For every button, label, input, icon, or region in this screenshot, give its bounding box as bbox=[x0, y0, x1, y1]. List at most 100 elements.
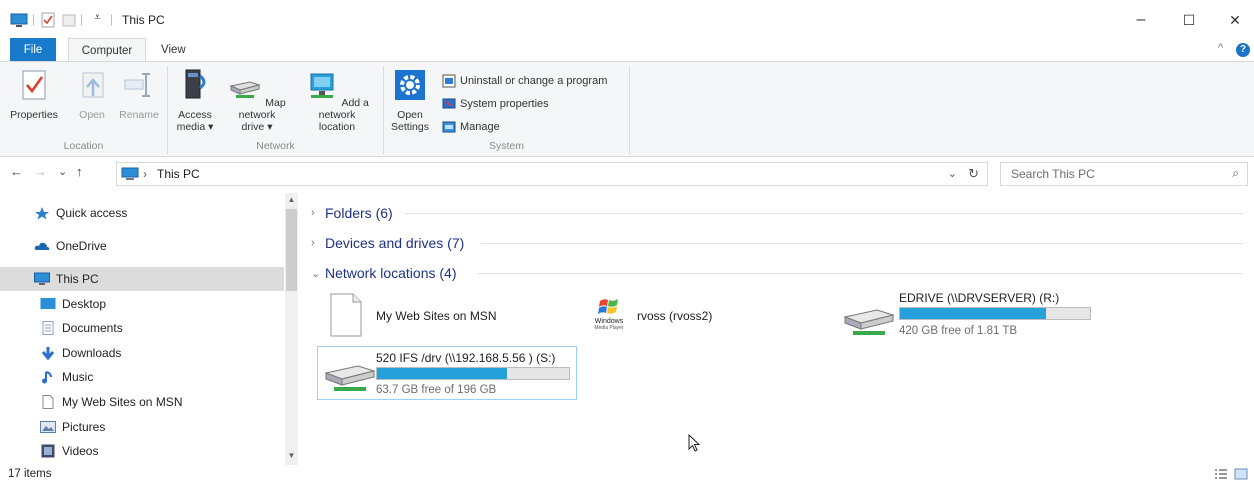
ribbon-tabs: File Computer View ^ ? bbox=[0, 38, 1254, 62]
search-box[interactable]: ⌕ bbox=[1000, 162, 1248, 186]
recent-locations-button[interactable]: ⌄ bbox=[58, 165, 67, 178]
group-divider bbox=[481, 243, 1243, 244]
tab-view[interactable]: View bbox=[151, 38, 196, 62]
title-bar: | | ⩡ | This PC – ☐ ✕ bbox=[0, 0, 1254, 38]
item-count: 17 items bbox=[8, 468, 52, 480]
nav-scrollbar[interactable]: ▲ ▼ bbox=[285, 193, 298, 465]
up-button[interactable]: ↑ bbox=[76, 164, 83, 179]
network-drive-icon bbox=[324, 365, 376, 391]
computer-icon bbox=[34, 272, 50, 285]
drive-usage-fill bbox=[377, 368, 507, 379]
access-media-button[interactable]: Access media ▾ bbox=[172, 68, 218, 133]
nav-item-music[interactable]: Music bbox=[0, 365, 284, 389]
group-header-network-locations[interactable]: ⌄ Network locations (4) bbox=[311, 263, 457, 283]
properties-qa-icon[interactable] bbox=[40, 12, 56, 28]
details-view-icon[interactable] bbox=[1214, 468, 1228, 480]
computer-icon[interactable] bbox=[10, 12, 28, 28]
scrollbar-thumb[interactable] bbox=[286, 209, 297, 291]
network-drive-s[interactable]: 520 IFS /drv (\\192.168.5.56 ) (S:) 63.7… bbox=[317, 346, 577, 400]
chevron-right-icon: › bbox=[311, 207, 315, 219]
group-divider bbox=[405, 213, 1243, 214]
properties-button[interactable]: Properties bbox=[8, 68, 60, 121]
settings-gear-icon bbox=[395, 70, 425, 100]
pictures-icon bbox=[40, 421, 56, 433]
search-input[interactable] bbox=[1011, 166, 1211, 182]
ribbon-group-label: Location bbox=[63, 140, 104, 152]
address-dropdown-icon[interactable]: ⌄ bbox=[948, 167, 957, 180]
search-icon[interactable]: ⌕ bbox=[1232, 166, 1239, 181]
window-title: This PC bbox=[122, 13, 165, 27]
address-bar[interactable]: › This PC ⌄ ↻ bbox=[116, 162, 988, 186]
back-button[interactable]: ← bbox=[10, 164, 23, 179]
open-settings-button[interactable]: Open Settings bbox=[388, 68, 432, 133]
ribbon-group-network: Access media ▾ Map network drive ▾ Add a… bbox=[168, 66, 384, 154]
videos-icon bbox=[41, 444, 55, 458]
open-button[interactable]: Open bbox=[72, 68, 112, 121]
customize-qa-dropdown-icon[interactable]: ⩡ bbox=[94, 10, 101, 25]
computer-icon bbox=[121, 167, 139, 180]
manage-icon bbox=[442, 121, 456, 133]
network-drive-icon bbox=[229, 81, 262, 98]
nav-item-quick-access[interactable]: Quick access bbox=[0, 201, 284, 225]
group-header-folders[interactable]: › Folders (6) bbox=[311, 203, 393, 223]
system-properties-icon bbox=[442, 98, 456, 109]
open-icon bbox=[82, 72, 104, 98]
music-icon bbox=[42, 371, 52, 384]
ribbon: Properties Open Rename Location Access m… bbox=[0, 61, 1254, 157]
uninstall-icon bbox=[442, 74, 456, 88]
document-icon bbox=[42, 321, 54, 335]
forward-button[interactable]: → bbox=[34, 164, 47, 179]
new-folder-qa-icon[interactable] bbox=[62, 12, 76, 28]
nav-item-videos[interactable]: Videos bbox=[0, 439, 284, 463]
breadcrumb-separator[interactable]: › bbox=[143, 167, 147, 181]
nav-item-my-web-sites[interactable]: My Web Sites on MSN bbox=[0, 390, 284, 414]
rename-button[interactable]: Rename bbox=[116, 68, 162, 121]
add-network-location-button[interactable]: Add a network location bbox=[296, 68, 378, 133]
scroll-down-icon[interactable]: ▼ bbox=[285, 451, 298, 460]
refresh-icon[interactable]: ↻ bbox=[968, 166, 979, 182]
help-icon[interactable]: ? bbox=[1236, 43, 1250, 57]
nav-item-pictures[interactable]: Pictures bbox=[0, 415, 284, 439]
close-button[interactable]: ✕ bbox=[1220, 8, 1250, 32]
nav-item-desktop[interactable]: Desktop bbox=[0, 292, 284, 316]
large-icons-view-icon[interactable] bbox=[1234, 468, 1248, 480]
uninstall-program-button[interactable]: Uninstall or change a program bbox=[442, 72, 607, 90]
status-bar: 17 items bbox=[0, 465, 1254, 485]
nav-item-downloads[interactable]: Downloads bbox=[0, 341, 284, 365]
breadcrumb[interactable]: This PC bbox=[157, 167, 200, 181]
title-separator: | bbox=[110, 12, 114, 26]
minimize-button[interactable]: – bbox=[1126, 8, 1156, 32]
drive-usage-bar bbox=[899, 307, 1091, 320]
ribbon-group-label: Network bbox=[256, 140, 295, 152]
star-icon bbox=[35, 207, 49, 220]
drive-usage-fill bbox=[900, 308, 1047, 319]
network-item-web-sites[interactable]: My Web Sites on MSN bbox=[323, 289, 573, 341]
scroll-up-icon[interactable]: ▲ bbox=[285, 195, 298, 204]
tab-computer[interactable]: Computer bbox=[68, 38, 146, 62]
drive-usage-bar bbox=[376, 367, 570, 380]
windows-flag-icon bbox=[598, 299, 618, 314]
chevron-right-icon: › bbox=[311, 237, 315, 249]
collapse-ribbon-icon[interactable]: ^ bbox=[1218, 42, 1223, 54]
nav-item-this-pc[interactable]: This PC bbox=[0, 267, 284, 291]
nav-item-onedrive[interactable]: OneDrive bbox=[0, 234, 284, 258]
group-header-devices[interactable]: › Devices and drives (7) bbox=[311, 233, 464, 253]
title-separator: | bbox=[32, 12, 36, 26]
address-row: ← → ⌄ ↑ › This PC ⌄ ↻ ⌕ bbox=[0, 160, 1254, 188]
nav-item-documents[interactable]: Documents bbox=[0, 316, 284, 340]
network-item-rvoss[interactable]: Windows Media Player rvoss (rvoss2) bbox=[589, 293, 829, 339]
system-properties-button[interactable]: System properties bbox=[442, 95, 549, 113]
ribbon-group-location: Properties Open Rename Location bbox=[0, 66, 168, 154]
title-separator: | bbox=[80, 12, 84, 26]
content-pane: › Folders (6) › Devices and drives (7) ⌄… bbox=[305, 193, 1254, 465]
download-icon bbox=[41, 347, 55, 360]
manage-button[interactable]: Manage bbox=[442, 118, 500, 136]
tab-file[interactable]: File bbox=[10, 38, 56, 62]
ribbon-group-system: Open Settings Uninstall or change a prog… bbox=[384, 66, 630, 154]
windows-media-player-logo: Windows Media Player bbox=[589, 295, 629, 331]
map-network-drive-button[interactable]: Map network drive ▾ bbox=[220, 68, 294, 133]
rename-icon bbox=[124, 73, 150, 97]
network-drive-edrive[interactable]: EDRIVE (\\DRVSERVER) (R:) 420 GB free of… bbox=[841, 289, 1121, 341]
maximize-button[interactable]: ☐ bbox=[1174, 8, 1204, 32]
properties-icon bbox=[22, 70, 46, 100]
